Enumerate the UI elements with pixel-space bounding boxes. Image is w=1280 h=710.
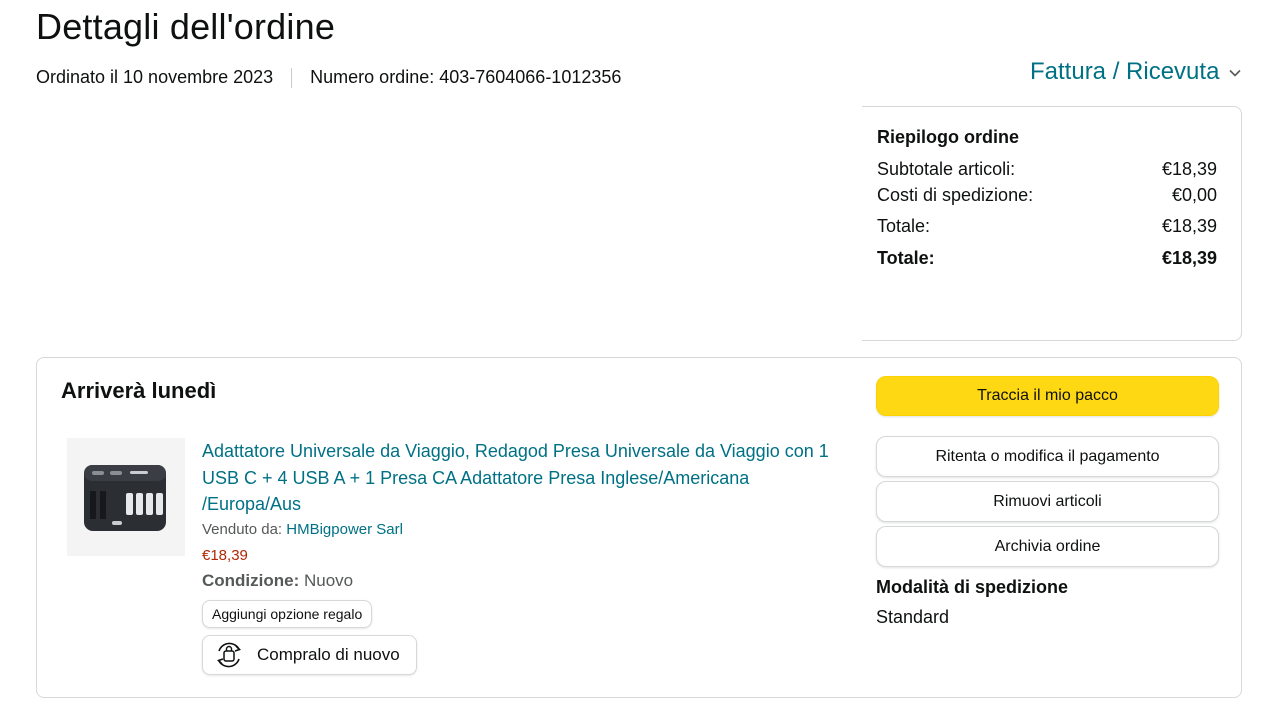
buy-again-label: Compralo di nuovo (257, 645, 400, 664)
summary-row-total: Totale: €18,39 (877, 213, 1217, 239)
summary-row-shipping: Costi di spedizione: €0,00 (877, 182, 1217, 208)
retry-payment-button[interactable]: Ritenta o modifica il pagamento (876, 436, 1219, 477)
summary-label: Costi di spedizione: (877, 185, 1034, 205)
shipment-card: Arriverà lunedì Adattatore Universale da… (36, 357, 1242, 698)
shipping-mode-title: Modalità di spedizione (876, 577, 1069, 597)
order-number: Numero ordine: 403-7604066-1012356 (310, 67, 622, 87)
product-title-link[interactable]: Adattatore Universale da Viaggio, Redago… (202, 438, 842, 518)
shipping-mode-value: Standard (876, 607, 950, 627)
product-image[interactable] (67, 438, 185, 556)
summary-label: Subtotale articoli: (877, 159, 1016, 179)
summary-label: Totale: (877, 216, 931, 236)
condition-value: Nuovo (299, 571, 354, 590)
product-price: €18,39 (202, 547, 248, 564)
summary-value: €18,39 (1161, 248, 1217, 268)
summary-value: €18,39 (1161, 216, 1217, 236)
sold-by-label: Venduto da: (202, 521, 287, 538)
invoice-dropdown[interactable]: Fattura / Ricevuta (1030, 58, 1241, 86)
summary-value: €18,39 (1161, 159, 1217, 179)
shipment-actions: Traccia il mio pacco Ritenta o modifica … (876, 376, 1219, 628)
invoice-link-label[interactable]: Fattura / Ricevuta (1030, 58, 1219, 86)
condition-label: Condizione: (202, 571, 300, 590)
buy-again-icon (211, 637, 247, 673)
order-date: Ordinato il 10 novembre 2023 (36, 67, 274, 87)
order-meta: Ordinato il 10 novembre 2023 Numero ordi… (36, 67, 621, 88)
summary-label: Totale: (877, 248, 935, 268)
archive-order-button[interactable]: Archivia ordine (876, 526, 1219, 567)
summary-value: €0,00 (1171, 185, 1217, 205)
seller-link[interactable]: HMBigpower Sarl (286, 521, 403, 538)
summary-row-grand-total: Totale: €18,39 (877, 245, 1217, 271)
product-condition: Condizione: Nuovo (202, 571, 353, 591)
order-summary: Riepilogo ordine Subtotale articoli: €18… (862, 106, 1242, 341)
arrival-heading: Arriverà lunedì (61, 378, 217, 403)
divider (291, 67, 293, 88)
summary-title: Riepilogo ordine (877, 127, 1019, 147)
buy-again-button[interactable]: Compralo di nuovo (202, 635, 417, 675)
travel-adapter-icon (84, 465, 166, 531)
summary-row-subtotal: Subtotale articoli: €18,39 (877, 156, 1217, 182)
add-gift-option-button[interactable]: Aggiungi opzione regalo (202, 600, 373, 628)
sold-by: Venduto da: HMBigpower Sarl (202, 521, 403, 538)
remove-items-button[interactable]: Rimuovi articoli (876, 481, 1219, 522)
chevron-down-icon[interactable] (1229, 64, 1241, 80)
page-title: Dettagli dell'ordine (36, 6, 336, 47)
track-package-button[interactable]: Traccia il mio pacco (876, 376, 1219, 416)
